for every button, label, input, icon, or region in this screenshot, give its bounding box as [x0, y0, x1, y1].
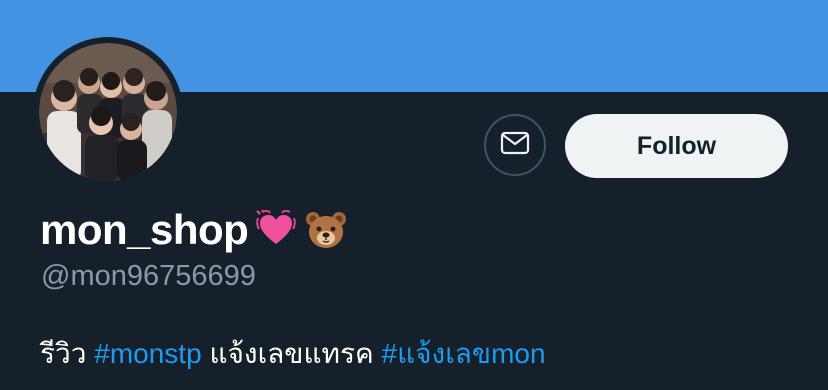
message-button[interactable] [484, 114, 546, 176]
display-name-row: mon_shop [40, 204, 348, 256]
bio-text: รีวิว [40, 338, 95, 369]
beating-heart-emoji-icon [256, 210, 297, 250]
profile-handle: @mon96756699 [41, 260, 256, 292]
profile-page: Follow mon_shop @mon96756699 รีวิว #mons… [0, 0, 828, 390]
profile-avatar[interactable] [33, 37, 183, 187]
group-photo-avatar-icon [39, 43, 177, 181]
hashtag-link-monstp[interactable]: #monstp [94, 338, 201, 369]
profile-bio: รีวิว #monstp แจ้งเลขแทรค #แจ้งเลขmon [40, 332, 546, 376]
follow-button[interactable]: Follow [565, 114, 788, 178]
hashtag-link-tracking[interactable]: #แจ้งเลขmon [382, 338, 546, 369]
bear-face-emoji-icon [304, 210, 348, 250]
bio-text: แจ้งเลขแทรค [201, 338, 382, 369]
envelope-icon [500, 131, 530, 160]
display-name: mon_shop [40, 206, 249, 253]
